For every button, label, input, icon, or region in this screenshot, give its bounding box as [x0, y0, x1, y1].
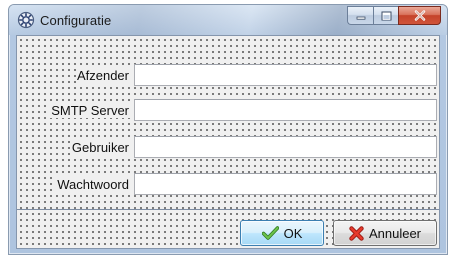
red-x-icon — [349, 225, 364, 241]
button-divider — [17, 209, 439, 210]
wachtwoord-label: Wachtwoord — [56, 177, 130, 192]
afzender-field[interactable] — [134, 64, 437, 86]
form-panel: Afzender SMTP Server Gebruiker Wachtwoor… — [16, 35, 440, 249]
maximize-icon — [381, 11, 391, 20]
afzender-label: Afzender — [75, 68, 130, 83]
close-button[interactable] — [398, 6, 441, 25]
minimize-icon — [356, 16, 365, 20]
minimize-button[interactable] — [347, 6, 373, 25]
close-icon — [414, 10, 425, 21]
maximize-button[interactable] — [373, 6, 398, 25]
app-icon — [17, 11, 35, 29]
title-bar[interactable]: Configuratie — [9, 5, 447, 35]
cancel-button[interactable]: Annuleer — [333, 220, 437, 246]
ok-button-label: OK — [283, 225, 303, 241]
window-title: Configuratie — [40, 13, 112, 28]
checkmark-icon — [261, 226, 279, 240]
caption-buttons — [347, 6, 441, 25]
cancel-button-label: Annuleer — [368, 225, 422, 241]
smtp-server-field[interactable] — [134, 99, 437, 121]
smtp-server-label: SMTP Server — [50, 103, 130, 118]
gebruiker-field[interactable] — [134, 136, 437, 158]
wachtwoord-field[interactable] — [134, 173, 437, 195]
gebruiker-label: Gebruiker — [70, 140, 130, 155]
ok-button[interactable]: OK — [240, 220, 324, 246]
configuration-window: Configuratie Afzender SMTP Server Gebrui… — [8, 4, 448, 255]
